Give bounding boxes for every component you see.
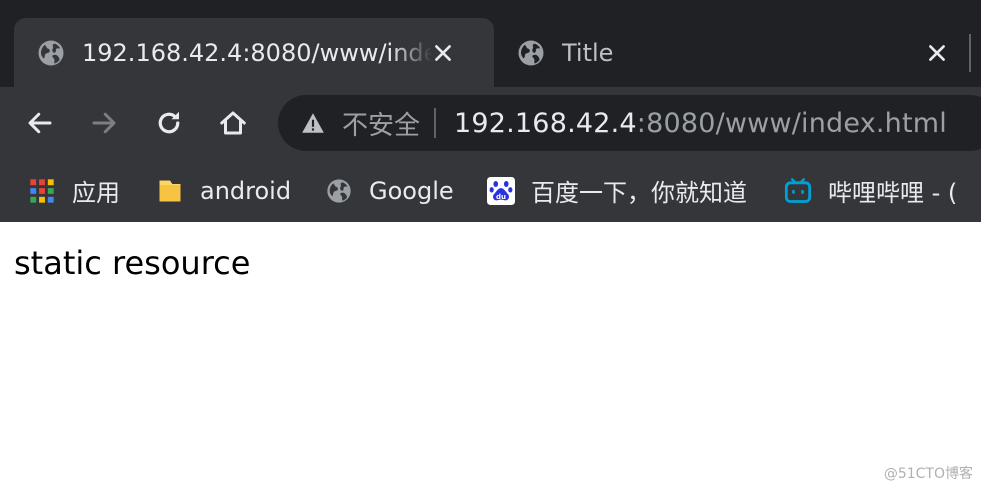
close-icon[interactable] — [432, 42, 454, 64]
bookmark-android[interactable]: android — [156, 159, 291, 222]
omnibox-divider — [434, 108, 437, 138]
url-text[interactable]: 192.168.42.4:8080/www/index.html — [454, 108, 947, 139]
folder-icon — [159, 180, 181, 201]
tab-index[interactable]: 192.168.42.4:8080/www/index.html — [14, 18, 494, 87]
bookmark-apps[interactable]: 应用 — [28, 159, 120, 222]
tab-title: 192.168.42.4:8080/www/index.html — [82, 38, 432, 67]
url-path: :8080/www/index.html — [636, 107, 947, 139]
tab-separator — [969, 34, 971, 72]
home-button[interactable] — [211, 101, 255, 145]
globe-icon — [327, 178, 351, 203]
bookmark-google[interactable]: Google — [325, 159, 454, 222]
watermark: @51CTO博客 — [883, 466, 973, 482]
globe-icon — [38, 40, 64, 65]
globe-icon — [518, 40, 544, 65]
tab-title-page[interactable]: Title — [500, 18, 966, 87]
page-body-text: static resource — [14, 244, 251, 282]
arrow-right-icon — [92, 112, 116, 134]
apps-grid-icon — [30, 178, 54, 203]
bookmark-label: 百度一下，你就知道 — [531, 179, 747, 207]
home-icon — [220, 111, 246, 135]
toolbar: 不安全 192.168.42.4:8080/www/index.html — [0, 87, 981, 159]
url-host: 192.168.42.4 — [454, 107, 637, 139]
reload-icon — [158, 111, 180, 134]
browser-chrome: 192.168.42.4:8080/www/index.html Title — [0, 0, 981, 222]
svg-text:du: du — [496, 193, 506, 201]
forward-button[interactable] — [82, 101, 126, 145]
back-button[interactable] — [18, 101, 62, 145]
close-icon[interactable] — [926, 42, 948, 64]
bookmark-label: 应用 — [72, 179, 120, 207]
baidu-paw-icon: du — [487, 176, 515, 205]
warning-icon[interactable] — [300, 110, 326, 136]
tab-strip: 192.168.42.4:8080/www/index.html Title — [0, 0, 981, 87]
tab-title: Title — [562, 38, 614, 67]
bookmark-label: android — [200, 176, 292, 205]
bilibili-tv-icon — [784, 177, 812, 203]
address-bar[interactable]: 不安全 192.168.42.4:8080/www/index.html — [278, 95, 981, 151]
bookmark-bilibili[interactable]: 哔哩哔哩 - ( — [784, 159, 957, 222]
bookmark-label: Google — [369, 176, 454, 205]
bookmark-label: 哔哩哔哩 - ( — [828, 179, 958, 207]
reload-button[interactable] — [147, 101, 191, 145]
bookmarks-bar: 应用 android Google du 百度一下，你就知道 哔哩哔哩 - ( — [0, 159, 981, 222]
arrow-left-icon — [28, 112, 52, 134]
security-label[interactable]: 不安全 — [342, 105, 420, 142]
bookmark-baidu[interactable]: du 百度一下，你就知道 — [487, 159, 747, 222]
